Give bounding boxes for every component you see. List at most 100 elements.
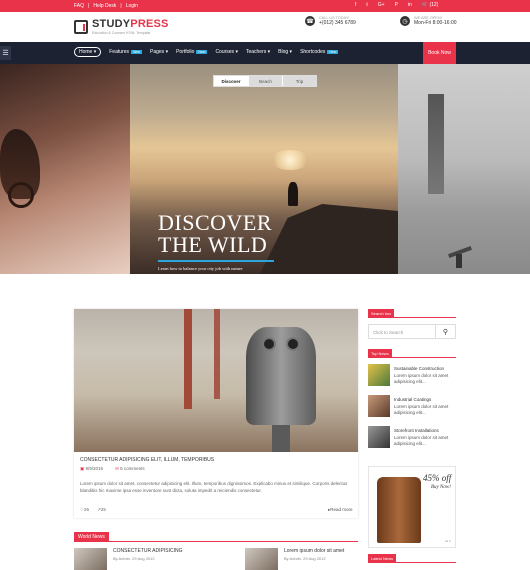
logo[interactable]: STUDYPRESS Education & Courses HTML Temp… (74, 18, 174, 40)
top-bar: FAQ | Help Desk | Login f t G+ P in 🛒 (1… (0, 0, 530, 12)
new-badge: New (130, 50, 142, 54)
post-meta: ▣ 9/9/2015 ✉ 5 comments (80, 466, 145, 472)
divider: | (88, 3, 90, 9)
hero-slider: DISCOVER THE WILD Learn how to balance y… (0, 64, 530, 274)
post-image[interactable] (74, 309, 358, 452)
news-meta: By Admin, 29 Aug 2012 (113, 556, 155, 561)
nav-item-blog[interactable]: Blog ▾ (278, 49, 292, 55)
book-now-button[interactable]: Book Now (423, 42, 456, 64)
top-links: FAQ | Help Desk | Login (74, 3, 138, 9)
search-placeholder: Click to Search (373, 330, 404, 335)
top-news-title[interactable]: Sustainable Construction (394, 366, 444, 371)
comment-icon: ✉ (115, 466, 119, 471)
likes[interactable]: ♡26 (80, 507, 89, 513)
side-menu-icon[interactable]: ☰ (0, 46, 11, 60)
news-thumbnail[interactable] (245, 548, 278, 570)
google-plus-icon[interactable]: G+ (378, 2, 385, 8)
slide-next-image[interactable] (398, 64, 530, 274)
divider: | (120, 3, 122, 9)
logo-tagline: Education & Courses HTML Template (92, 31, 151, 35)
slide-prev-image[interactable] (0, 64, 130, 274)
jacket-image (377, 477, 421, 543)
news-thumbnail[interactable] (368, 395, 390, 417)
news-title[interactable]: Lorem ipsum dolor sit amet (284, 548, 344, 554)
slide-active-image: DISCOVER THE WILD Learn how to balance y… (130, 64, 398, 274)
news-thumbnail[interactable] (74, 548, 107, 570)
tab-trip[interactable]: Trip (282, 76, 316, 86)
news-thumbnail[interactable] (368, 364, 390, 386)
top-news-excerpt: Lorem ipsum dolor sit amet adipisicing e… (394, 404, 449, 415)
search-box-label: Search box (368, 309, 395, 318)
help-desk-link[interactable]: Help Desk (93, 3, 116, 9)
open-hours: ◷ WE ARE OPEN! Mon-Fri 8:00-16:00 (400, 16, 457, 26)
top-news-title[interactable]: Industrial Coatings (394, 397, 431, 402)
new-badge: New (196, 50, 208, 54)
login-link[interactable]: Login (126, 3, 138, 9)
calendar-icon: ▣ (80, 466, 85, 471)
top-news-item[interactable]: Storefront Installations Lorem ipsum dol… (368, 426, 456, 448)
latest-news-label: Latest News (368, 554, 397, 563)
world-news-header: World News (74, 532, 358, 542)
tab-discover[interactable]: Discover (214, 76, 248, 86)
shares[interactable]: ↗25 (97, 507, 106, 513)
top-news-excerpt: Lorem ipsum dolor sit amet adipisicing e… (394, 435, 449, 446)
news-title[interactable]: CONSECTETUR ADIPISICING (113, 548, 182, 554)
post-footer: ♡26 ↗25 (80, 507, 106, 513)
twitter-icon[interactable]: t (366, 2, 367, 8)
slide-headline: DISCOVER THE WILD (158, 210, 273, 257)
nav-item-features[interactable]: Features New (109, 49, 142, 55)
tab-beach[interactable]: Beach (248, 76, 282, 86)
call-info: ☎ CALL US TODAY! +(012) 345 6789 (305, 16, 356, 26)
news-thumbnail[interactable] (368, 426, 390, 448)
post-title[interactable]: CONSECTETUR ADIPISICING ELIT, ILLUM, TEM… (80, 457, 214, 463)
logo-text: STUDYPRESS (92, 18, 169, 30)
top-news-item[interactable]: Industrial Coatings Lorem ipsum dolor si… (368, 395, 456, 417)
nav-item-home[interactable]: Home ▾ (74, 47, 102, 57)
social-links: f t G+ P in 🛒 (12) (355, 2, 438, 8)
open-hours-value: Mon-Fri 8:00-16:00 (414, 20, 457, 26)
jacket-ad-banner[interactable]: 45% off Buy Now! ds.h (368, 466, 456, 548)
main-nav: ☰ Home ▾ Features New Pages ▾ Portfolio Ne… (0, 42, 530, 64)
post-comments[interactable]: 5 comments (120, 466, 145, 471)
nav-item-teachers[interactable]: Teachers ▾ (246, 49, 270, 55)
featured-post: CONSECTETUR ADIPISICING ELIT, ILLUM, TEM… (74, 309, 358, 518)
top-news-excerpt: Lorem ipsum dolor sit amet adipisicing e… (394, 373, 449, 384)
pinterest-icon[interactable]: P (395, 2, 398, 8)
top-news-header: Top News (368, 349, 456, 358)
top-news-item[interactable]: Sustainable Construction Lorem ipsum dol… (368, 364, 456, 386)
site-header: STUDYPRESS Education & Courses HTML Temp… (0, 12, 530, 42)
faq-link[interactable]: FAQ (74, 3, 84, 9)
top-news-title[interactable]: Storefront Installations (394, 428, 439, 433)
phone-icon: ☎ (305, 16, 315, 26)
search-icon[interactable]: ⚲ (435, 325, 455, 338)
news-meta: By Admin, 29 Aug 2012 (284, 556, 326, 561)
search-widget-header: Search box (368, 309, 456, 318)
nav-item-shortcodes[interactable]: Shortcodes New (300, 49, 339, 55)
ad-discount: 45% off (423, 473, 452, 483)
post-date: 9/9/2015 (85, 466, 104, 471)
nav-item-courses[interactable]: Courses ▾ (215, 49, 238, 55)
slide-subline: Learn how to balance your city job with … (158, 266, 243, 271)
world-news-item[interactable]: Lorem ipsum dolor sit amet By Admin, 29 … (245, 548, 344, 570)
latest-news-header: Latest News (368, 554, 456, 563)
cart-icon[interactable]: 🛒 (12) (422, 2, 439, 8)
world-news-label: World News (74, 532, 109, 542)
book-logo-icon (74, 20, 88, 34)
search-input[interactable]: Click to Search ⚲ (368, 324, 456, 339)
new-badge: New (327, 50, 339, 54)
nav-item-pages[interactable]: Pages ▾ (150, 49, 168, 55)
clock-icon: ◷ (400, 16, 410, 26)
call-number: +(012) 345 6789 (319, 20, 356, 26)
nav-items: Home ▾ Features New Pages ▾ Portfolio New … (74, 47, 339, 57)
facebook-icon[interactable]: f (355, 2, 356, 8)
top-news-label: Top News (368, 349, 392, 358)
post-excerpt: Lorem ipsum dolor sit amet, consectetur … (80, 481, 348, 493)
slider-tabs: Discover Beach Trip (213, 75, 317, 87)
world-news-item[interactable]: CONSECTETUR ADIPISICING By Admin, 29 Aug… (74, 548, 182, 570)
linkedin-icon[interactable]: in (408, 2, 412, 8)
read-more-link[interactable]: ▸Read more (328, 507, 353, 513)
headline-underline (158, 260, 274, 262)
nav-item-portfolio[interactable]: Portfolio New (176, 49, 208, 55)
ad-small-text: ds.h (445, 539, 451, 543)
ad-buy-now[interactable]: Buy Now! (431, 485, 451, 490)
